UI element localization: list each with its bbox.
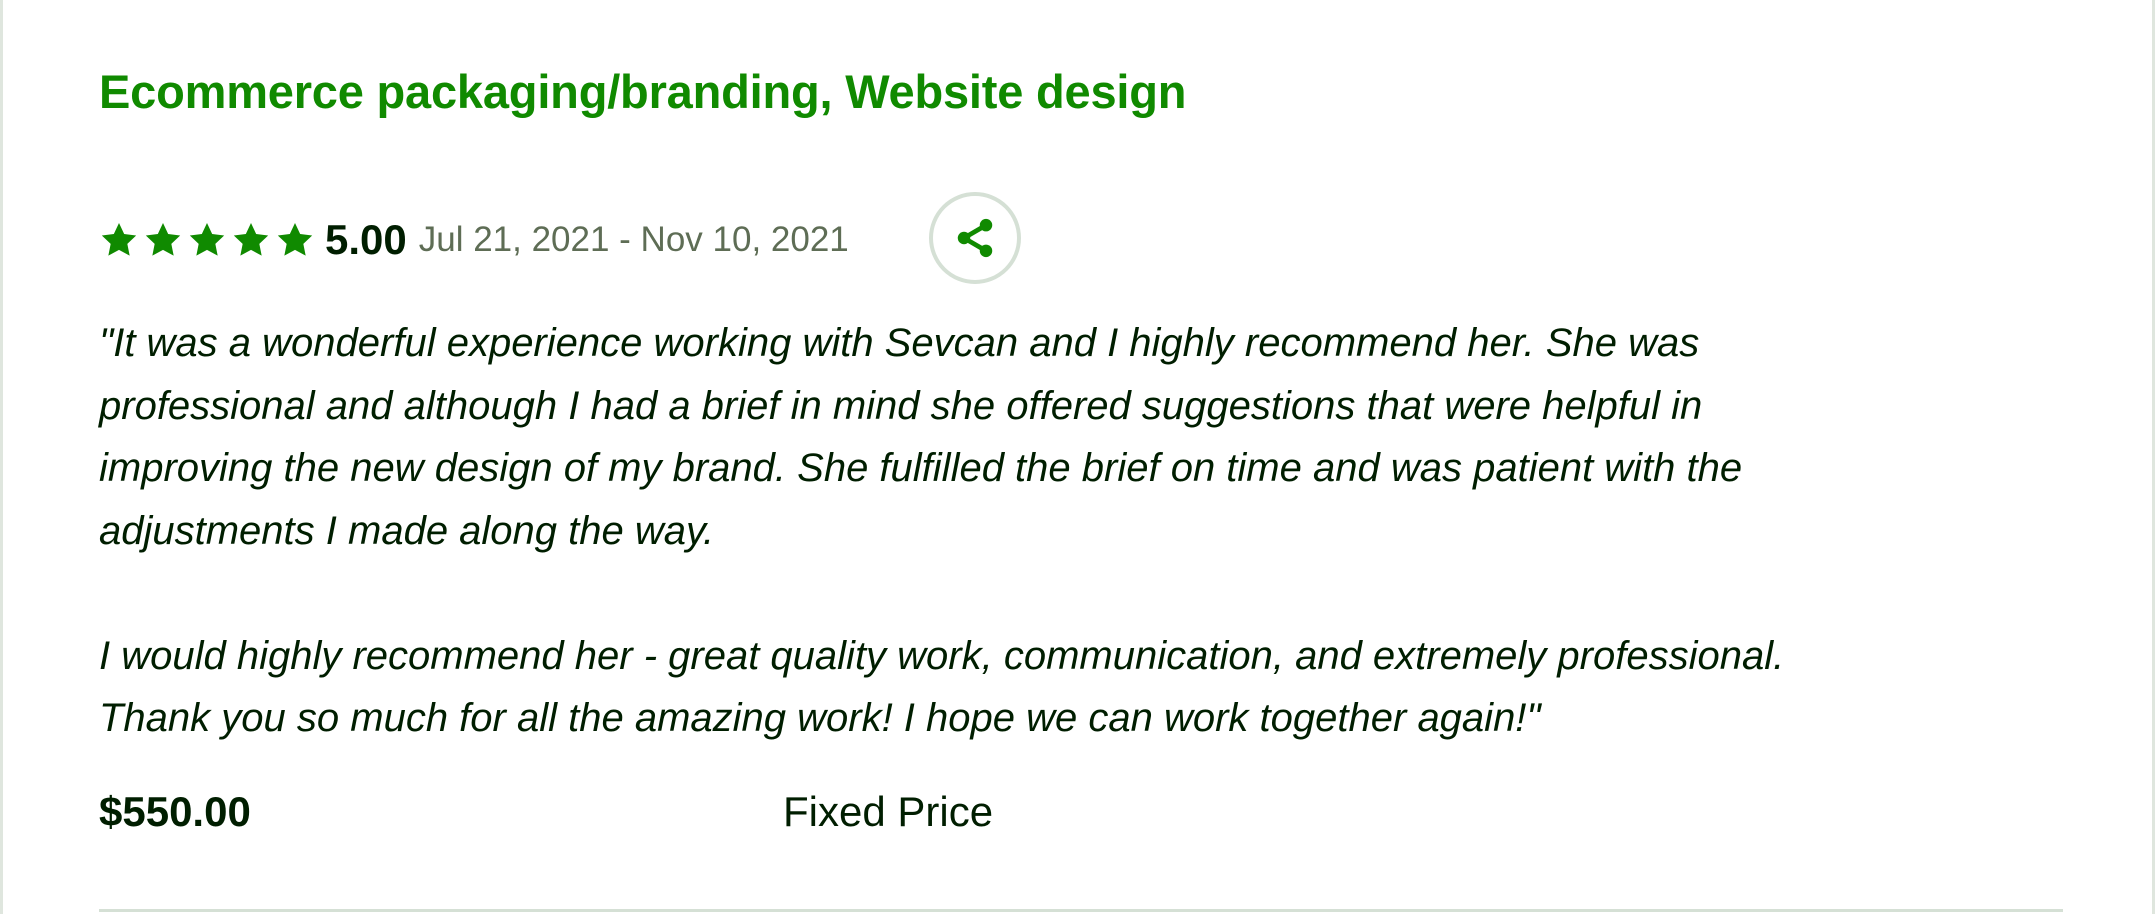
work-history-item: Ecommerce packaging/branding, Website de… [0, 0, 2155, 914]
rating-score: 5.00 [325, 216, 407, 263]
review-line: improving the new design of my brand. Sh… [99, 446, 1743, 490]
price-type: Fixed Price [783, 788, 994, 835]
star-icon [145, 223, 181, 256]
review-text: "It was a wonderful experience working w… [99, 312, 2059, 750]
star-icon [233, 223, 269, 256]
share-button[interactable] [929, 192, 1021, 284]
date-range: Jul 21, 2021 - Nov 10, 2021 [418, 220, 849, 259]
share-icon [957, 218, 993, 258]
review-line: I would highly recommend her - great qua… [99, 633, 1785, 678]
review-line: adjustments I made along the way. [99, 508, 715, 553]
rating-row: 5.00 Jul 21, 2021 - Nov 10, 2021 [99, 192, 849, 288]
review-line: professional and although I had a brief … [99, 383, 1703, 428]
star-icon [101, 223, 137, 256]
star-icon [277, 223, 313, 256]
star-rating [99, 220, 315, 260]
job-price: $550.00 [99, 788, 251, 835]
divider [99, 909, 2063, 912]
star-icon [189, 223, 225, 256]
job-title[interactable]: Ecommerce packaging/branding, Website de… [99, 64, 1186, 119]
review-line: "It was a wonderful experience working w… [99, 321, 1700, 365]
review-line: Thank you so much for all the amazing wo… [99, 696, 1541, 740]
